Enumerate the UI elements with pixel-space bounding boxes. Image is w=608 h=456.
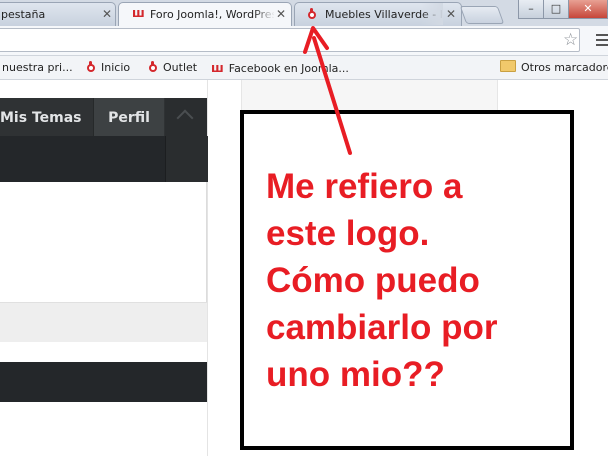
red-pin-logo-icon xyxy=(307,8,317,20)
right-column xyxy=(241,80,498,112)
tab-pestana[interactable]: pestaña ✕ xyxy=(0,2,116,26)
red-pin-logo-icon xyxy=(86,61,96,73)
bookmark-inicio[interactable]: Inicio xyxy=(86,59,130,77)
subbar-side-block xyxy=(165,136,208,182)
address-bar[interactable] xyxy=(0,28,580,52)
bookmark-label: nuestra pri... xyxy=(2,61,73,74)
wrench-menu-icon[interactable] xyxy=(596,32,608,48)
star-icon[interactable]: ☆ xyxy=(563,31,578,49)
tab-title: pestaña xyxy=(1,8,46,21)
section-header-bar xyxy=(0,362,207,402)
tab-fade xyxy=(421,3,443,25)
minimize-button[interactable]: – xyxy=(518,0,544,19)
close-icon[interactable]: ✕ xyxy=(446,4,456,25)
close-window-button[interactable]: ✕ xyxy=(568,0,608,19)
bookmark-label: Outlet xyxy=(163,61,198,74)
bookmark-nuestra[interactable]: nuestra pri... xyxy=(2,59,73,77)
maximize-button[interactable]: □ xyxy=(543,0,569,19)
bookmark-otros-marcadores[interactable]: Otros marcadores xyxy=(500,59,608,77)
close-icon[interactable]: ✕ xyxy=(276,4,286,25)
new-tab-button[interactable] xyxy=(459,6,505,24)
folder-icon xyxy=(500,60,516,72)
tab-muebles-villaverde[interactable]: Muebles Villaverde - Inicio ✕ xyxy=(294,2,462,26)
nav-dropdown-button[interactable] xyxy=(165,98,207,136)
bookmark-facebook-joomla[interactable]: ш Facebook en Joomla... xyxy=(211,59,349,77)
red-pin-logo-icon xyxy=(148,61,158,73)
bookmark-label: Otros marcadores xyxy=(521,61,608,74)
bookmark-label: Inicio xyxy=(101,61,131,74)
annotation-text: Me refiero a este logo. Cómo puedo cambi… xyxy=(266,167,498,394)
close-icon[interactable]: ✕ xyxy=(102,4,112,25)
bookmark-label: Facebook en Joomla... xyxy=(228,62,349,75)
nav-perfil[interactable]: Perfil xyxy=(93,98,164,136)
tab-foro-joomla[interactable]: ш Foro Joomla!, WordPress ✕ xyxy=(118,2,292,26)
tab-fade xyxy=(253,3,275,25)
joomla-w-logo-icon: ш xyxy=(211,61,224,75)
nav-mis-temas[interactable]: Mis Temas xyxy=(0,98,92,136)
chevron-up-icon xyxy=(176,109,194,127)
bookmark-outlet[interactable]: Outlet xyxy=(148,59,197,77)
content-panel-footer xyxy=(0,302,207,342)
joomla-w-logo-icon: ш xyxy=(132,6,145,20)
